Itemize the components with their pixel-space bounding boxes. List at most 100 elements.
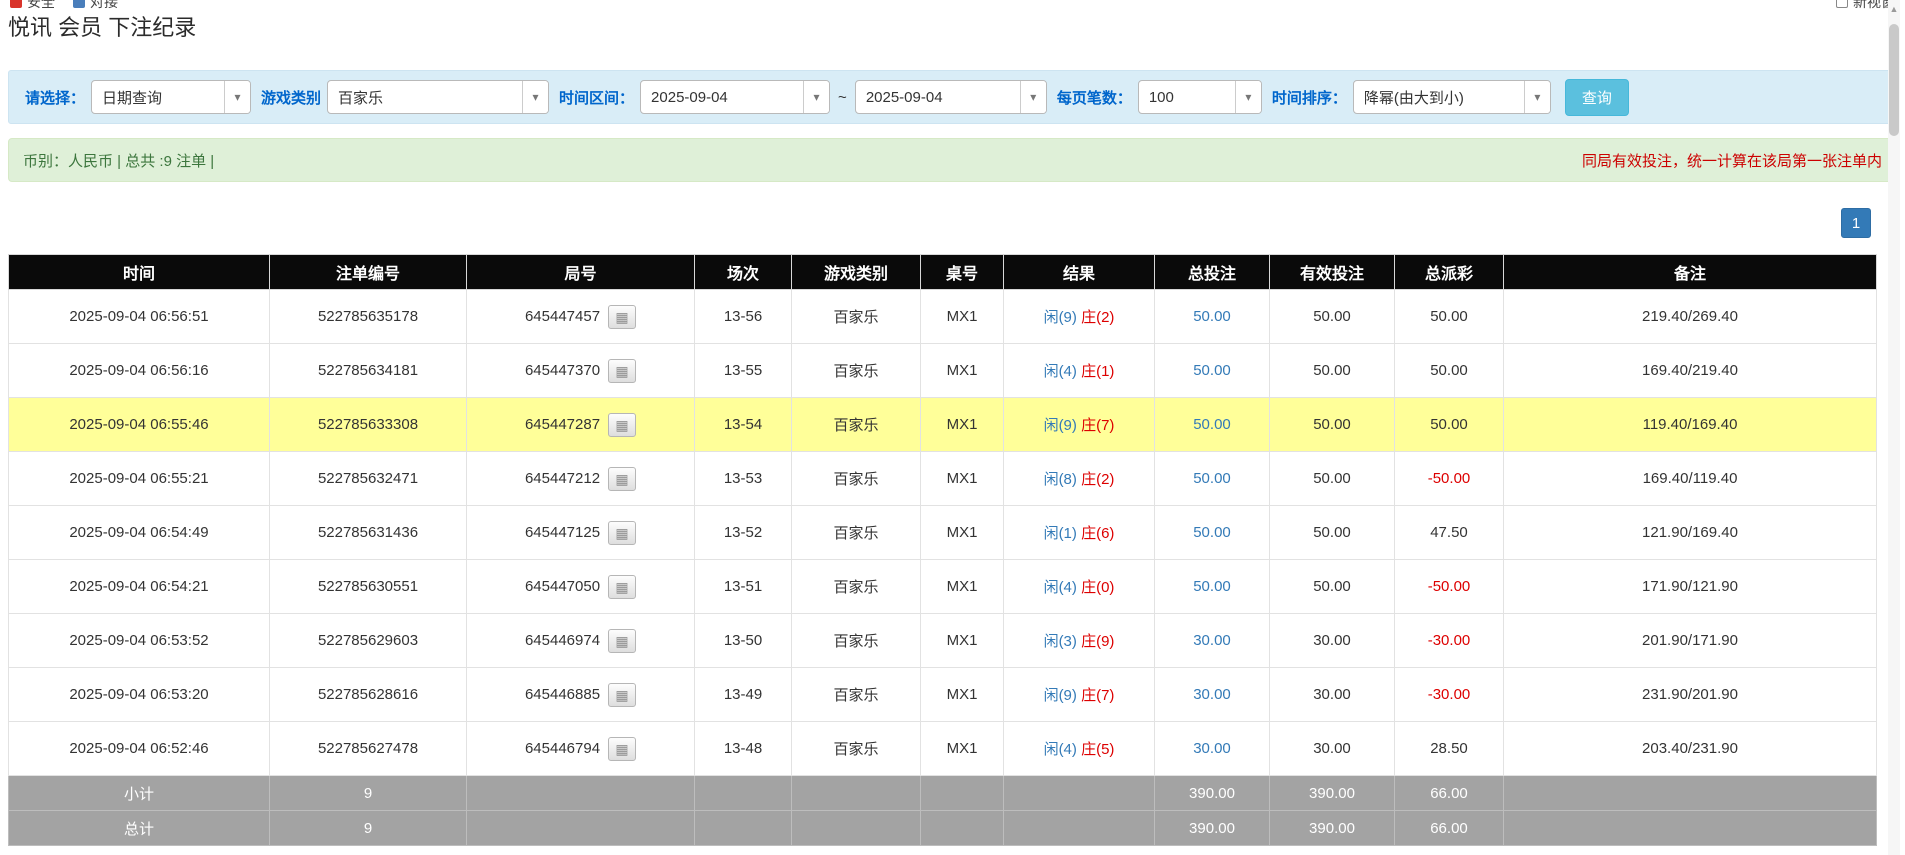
cell-payout: -30.00 — [1395, 668, 1504, 722]
page-size-combobox[interactable]: 100 ▾ — [1138, 80, 1262, 114]
cell-payout: 47.50 — [1395, 506, 1504, 560]
result-banker: 庄(1) — [1081, 363, 1114, 380]
chevron-down-icon[interactable]: ▾ — [1235, 81, 1261, 113]
sort-order-combobox[interactable]: 降幂(由大到小) ▾ — [1353, 80, 1551, 114]
subtotal-round_id — [467, 776, 695, 811]
roadmap-icon[interactable]: ▦ — [608, 737, 636, 761]
chevron-down-icon[interactable]: ▾ — [1020, 81, 1046, 113]
total-round_id — [467, 811, 695, 846]
cell-total-bet: 30.00 — [1155, 614, 1270, 668]
total-session — [695, 811, 792, 846]
game-type-combobox[interactable]: 百家乐 ▾ — [327, 80, 549, 114]
table-row[interactable]: 2025-09-04 06:56:51522785635178645447457… — [9, 290, 1877, 344]
date-from-value: 2025-09-04 — [641, 81, 803, 113]
result-player: 闲(8) — [1044, 471, 1077, 488]
table-row[interactable]: 2025-09-04 06:55:21522785632471645447212… — [9, 452, 1877, 506]
cell-total-bet: 50.00 — [1155, 344, 1270, 398]
cell-payout: 50.00 — [1395, 290, 1504, 344]
vertical-scrollbar-track[interactable]: ▲ — [1888, 0, 1900, 855]
chevron-down-icon[interactable]: ▾ — [1524, 81, 1550, 113]
total-bet-link[interactable]: 50.00 — [1193, 524, 1231, 541]
round-id-value: 645447370 — [525, 361, 600, 378]
game-type-value: 百家乐 — [328, 81, 522, 113]
top-link-2[interactable]: 对接 — [73, 0, 118, 12]
roadmap-icon[interactable]: ▦ — [608, 413, 636, 437]
table-row[interactable]: 2025-09-04 06:52:46522785627478645446794… — [9, 722, 1877, 776]
filter-label-query-type: 请选择： — [25, 87, 85, 108]
cell-remark: 219.40/269.40 — [1504, 290, 1877, 344]
table-row[interactable]: 2025-09-04 06:53:20522785628616645446885… — [9, 668, 1877, 722]
cell-valid-bet: 50.00 — [1270, 290, 1395, 344]
cell-payout: -30.00 — [1395, 614, 1504, 668]
top-link-2-label: 对接 — [90, 0, 118, 12]
cell-result: 闲(9) 庄(7) — [1004, 668, 1155, 722]
cell-time: 2025-09-04 06:52:46 — [9, 722, 270, 776]
total-bet-link[interactable]: 50.00 — [1193, 470, 1231, 487]
roadmap-icon[interactable]: ▦ — [608, 305, 636, 329]
date-range-separator: ~ — [838, 89, 847, 106]
cell-bet-id: 522785635178 — [270, 290, 467, 344]
cell-total-bet: 50.00 — [1155, 560, 1270, 614]
cell-result: 闲(9) 庄(2) — [1004, 290, 1155, 344]
cell-bet-id: 522785633308 — [270, 398, 467, 452]
table-row[interactable]: 2025-09-04 06:54:49522785631436645447125… — [9, 506, 1877, 560]
chevron-down-icon[interactable]: ▾ — [224, 81, 250, 113]
round-id-value: 645447287 — [525, 415, 600, 432]
result-banker: 庄(6) — [1081, 525, 1114, 542]
total-bet-link[interactable]: 30.00 — [1193, 686, 1231, 703]
vertical-scrollbar-thumb[interactable] — [1889, 24, 1899, 136]
query-type-combobox[interactable]: 日期查询 ▾ — [91, 80, 251, 114]
table-row[interactable]: 2025-09-04 06:55:46522785633308645447287… — [9, 398, 1877, 452]
chevron-down-icon[interactable]: ▾ — [803, 81, 829, 113]
date-from-combobox[interactable]: 2025-09-04 ▾ — [640, 80, 830, 114]
date-to-combobox[interactable]: 2025-09-04 ▾ — [855, 80, 1047, 114]
cell-time: 2025-09-04 06:54:21 — [9, 560, 270, 614]
cell-payout: -50.00 — [1395, 560, 1504, 614]
table-row[interactable]: 2025-09-04 06:53:52522785629603645446974… — [9, 614, 1877, 668]
records-table: 时间注单编号局号场次游戏类别桌号结果总投注有效投注总派彩备注 2025-09-0… — [8, 254, 1877, 846]
query-type-value: 日期查询 — [92, 81, 224, 113]
cell-session: 13-54 — [695, 398, 792, 452]
column-header-round_id: 局号 — [467, 255, 695, 290]
total-bet-link[interactable]: 50.00 — [1193, 416, 1231, 433]
cell-session: 13-52 — [695, 506, 792, 560]
subtotal-valid_bet: 390.00 — [1270, 776, 1395, 811]
search-button[interactable]: 查询 — [1565, 79, 1629, 116]
chevron-down-icon[interactable]: ▾ — [522, 81, 548, 113]
total-bet-link[interactable]: 50.00 — [1193, 308, 1231, 325]
round-id-value: 645447457 — [525, 307, 600, 324]
roadmap-icon[interactable]: ▦ — [608, 467, 636, 491]
total-bet-link[interactable]: 30.00 — [1193, 632, 1231, 649]
subtotal-result — [1004, 776, 1155, 811]
subtotal-session — [695, 776, 792, 811]
roadmap-icon[interactable]: ▦ — [608, 359, 636, 383]
cell-valid-bet: 30.00 — [1270, 722, 1395, 776]
round-id-value: 645447212 — [525, 469, 600, 486]
subtotal-table_no — [921, 776, 1004, 811]
top-link-1[interactable]: 安全 — [10, 0, 55, 12]
page-title: 悦讯 会员 下注纪录 — [8, 10, 1905, 42]
total-bet-link[interactable]: 50.00 — [1193, 578, 1231, 595]
page-1-button[interactable]: 1 — [1841, 208, 1871, 238]
total-bet-link[interactable]: 50.00 — [1193, 362, 1231, 379]
table-row[interactable]: 2025-09-04 06:54:21522785630551645447050… — [9, 560, 1877, 614]
roadmap-icon[interactable]: ▦ — [608, 575, 636, 599]
subtotal-remark — [1504, 776, 1877, 811]
cell-bet-id: 522785632471 — [270, 452, 467, 506]
table-row[interactable]: 2025-09-04 06:56:16522785634181645447370… — [9, 344, 1877, 398]
round-id-value: 645446974 — [525, 631, 600, 648]
scroll-up-icon[interactable]: ▲ — [1888, 4, 1900, 14]
cell-session: 13-50 — [695, 614, 792, 668]
cell-game-type: 百家乐 — [792, 398, 921, 452]
roadmap-icon[interactable]: ▦ — [608, 629, 636, 653]
cell-table-no: MX1 — [921, 452, 1004, 506]
cell-remark: 169.40/219.40 — [1504, 344, 1877, 398]
roadmap-icon[interactable]: ▦ — [608, 521, 636, 545]
subtotal-bet_id: 9 — [270, 776, 467, 811]
roadmap-icon[interactable]: ▦ — [608, 683, 636, 707]
new-window-button[interactable]: 新视窗 — [1836, 0, 1895, 12]
result-player: 闲(9) — [1044, 417, 1077, 434]
cell-round-id: 645447457 ▦ — [467, 290, 695, 344]
result-banker: 庄(7) — [1081, 417, 1114, 434]
total-bet-link[interactable]: 30.00 — [1193, 740, 1231, 757]
